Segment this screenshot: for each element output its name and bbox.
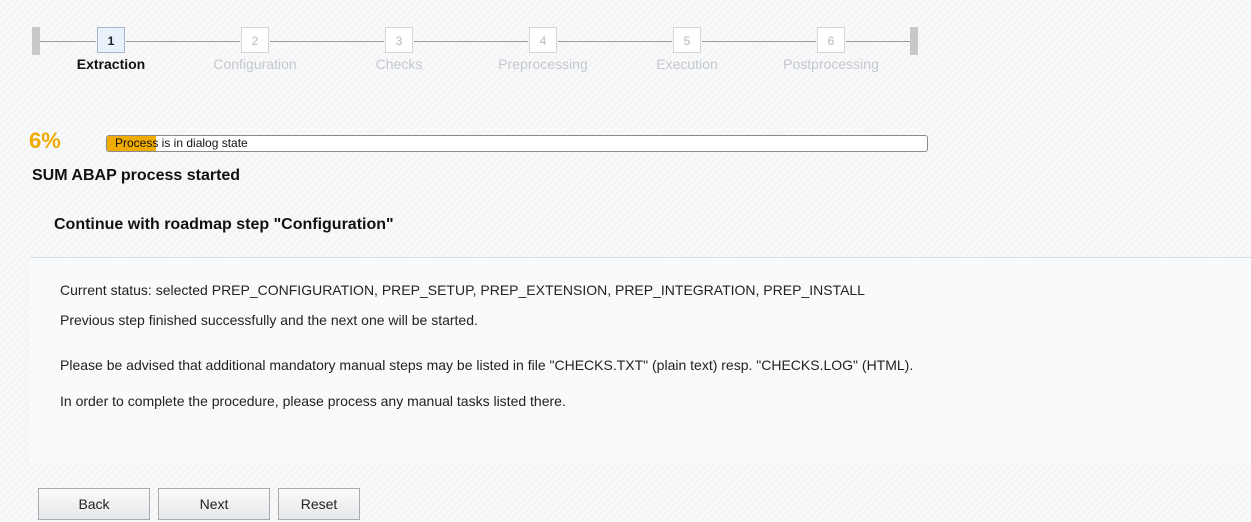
roadmap-step-number: 6 <box>817 27 845 53</box>
roadmap-start-cap <box>32 27 40 55</box>
roadmap-step-label: Configuration <box>213 56 297 72</box>
next-button[interactable]: Next <box>158 488 270 520</box>
progress-percent: 6% <box>29 128 61 153</box>
roadmap: 1 Extraction 2 Configuration 3 Checks 4 … <box>32 22 932 82</box>
roadmap-step-label: Preprocessing <box>498 56 588 72</box>
back-button[interactable]: Back <box>38 488 150 520</box>
roadmap-step-extraction[interactable]: 1 Extraction <box>51 22 171 72</box>
roadmap-step-number: 4 <box>529 27 557 53</box>
reset-button[interactable]: Reset <box>278 488 360 520</box>
dialog-title: Continue with roadmap step "Configuratio… <box>54 216 394 233</box>
roadmap-end-cap <box>910 27 918 55</box>
roadmap-step-label: Extraction <box>76 56 146 72</box>
advice-message: Please be advised that additional mandat… <box>60 357 914 373</box>
roadmap-step-execution[interactable]: 5 Execution <box>627 22 747 72</box>
roadmap-step-configuration[interactable]: 2 Configuration <box>195 22 315 72</box>
roadmap-step-number: 2 <box>241 27 269 53</box>
roadmap-step-number: 5 <box>673 27 701 53</box>
process-title: SUM ABAP process started <box>32 167 241 184</box>
message-panel: Current status: selected PREP_CONFIGURAT… <box>30 257 1251 464</box>
roadmap-step-number: 3 <box>385 27 413 53</box>
manual-tasks-message: In order to complete the procedure, plea… <box>60 393 566 409</box>
roadmap-step-label: Execution <box>656 56 718 72</box>
roadmap-step-label: Postprocessing <box>783 56 879 72</box>
roadmap-step-postprocessing[interactable]: 6 Postprocessing <box>771 22 891 72</box>
roadmap-step-checks[interactable]: 3 Checks <box>339 22 459 72</box>
roadmap-step-preprocessing[interactable]: 4 Preprocessing <box>483 22 603 72</box>
status-message: Current status: selected PREP_CONFIGURAT… <box>60 282 865 298</box>
progress-bar: Process is in dialog state <box>106 135 928 152</box>
roadmap-step-number: 1 <box>97 27 125 53</box>
roadmap-step-label: Checks <box>375 56 423 72</box>
progress-status-text: Process is in dialog state <box>115 136 248 150</box>
finished-message: Previous step finished successfully and … <box>60 312 478 328</box>
